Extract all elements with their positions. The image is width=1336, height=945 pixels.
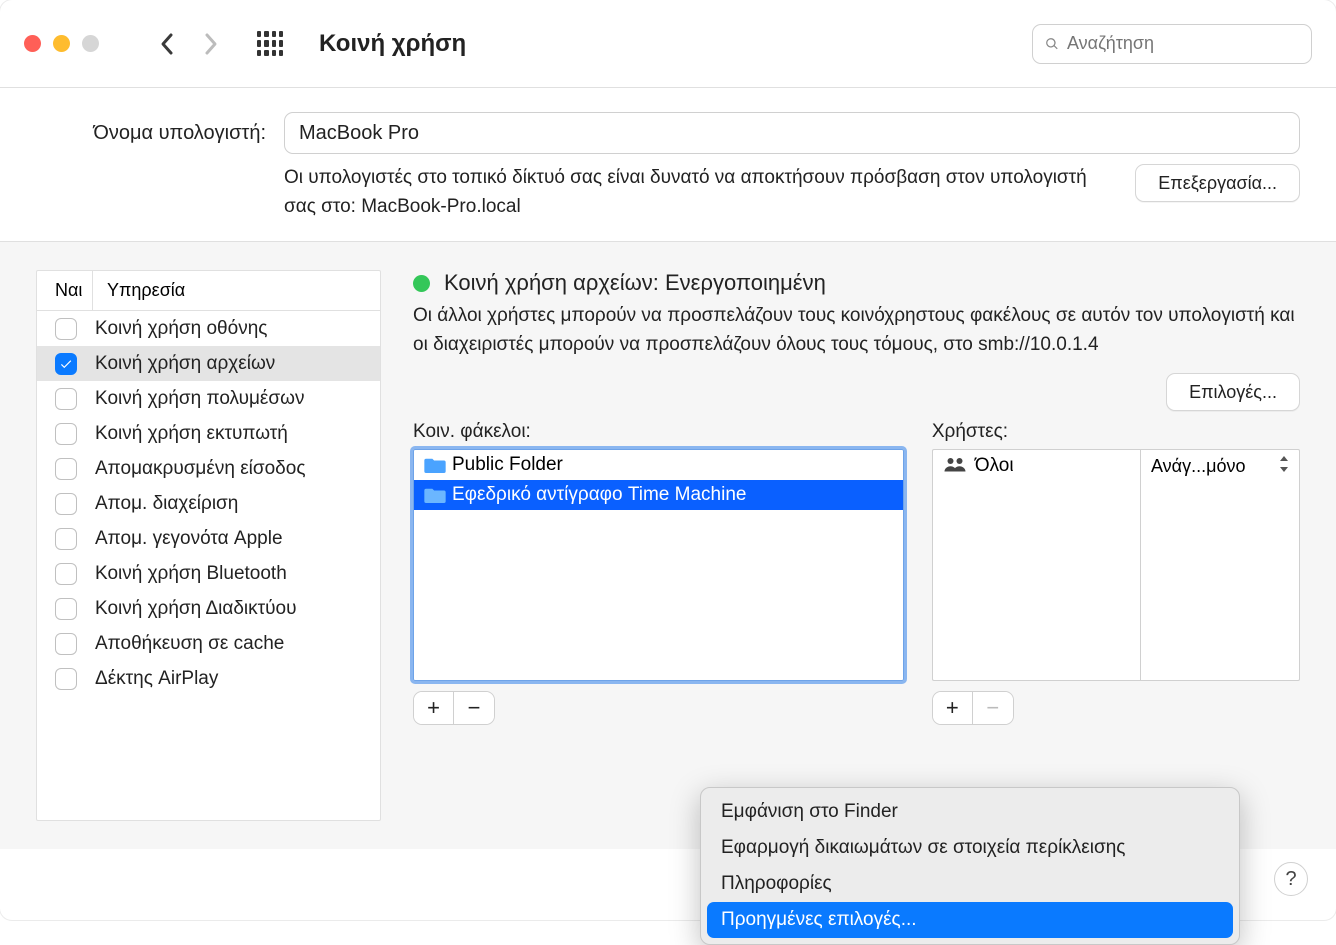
shared-folders-column: Κοιν. φάκελοι: Public Folder Εφεδρικό αντ… — [413, 421, 904, 725]
service-checkbox[interactable] — [55, 668, 77, 690]
remove-folder-button[interactable]: − — [454, 692, 494, 724]
col-header-on[interactable]: Ναι — [37, 271, 93, 310]
add-folder-button[interactable]: + — [414, 692, 454, 724]
service-label: Απομ. διαχείριση — [95, 493, 238, 515]
service-label: Αποθήκευση σε cache — [95, 633, 284, 655]
service-row[interactable]: Κοινή χρήση πολυμέσων — [37, 381, 380, 416]
service-row[interactable]: Κοινή χρήση οθόνης — [37, 311, 380, 346]
main-content: Ναι Υπηρεσία Κοινή χρήση οθόνηςΚοινή χρή… — [0, 242, 1336, 849]
service-row[interactable]: Δέκτης AirPlay — [37, 661, 380, 696]
window-title: Κοινή χρήση — [319, 30, 466, 58]
users-column: Χρήστες: Όλοι Ανάγ...μόνο + − — [932, 421, 1300, 725]
service-checkbox[interactable] — [55, 563, 77, 585]
service-checkbox[interactable] — [55, 633, 77, 655]
shared-folders-label: Κοιν. φάκελοι: — [413, 421, 904, 443]
users-list[interactable]: Όλοι — [932, 449, 1140, 681]
service-row[interactable]: Απομ. διαχείριση — [37, 486, 380, 521]
detail-description: Οι άλλοι χρήστες μπορούν να προσπελάζουν… — [413, 302, 1300, 359]
status-text: Κοινή χρήση αρχείων: Ενεργοποιημένη — [444, 270, 826, 296]
service-row[interactable]: Απομακρυσμένη είσοδος — [37, 451, 380, 486]
context-menu-item[interactable]: Εφαρμογή δικαιωμάτων σε στοιχεία περίκλε… — [707, 830, 1233, 866]
options-button[interactable]: Επιλογές... — [1166, 373, 1300, 411]
back-button[interactable] — [147, 24, 187, 64]
service-label: Απομακρυσμένη είσοδος — [95, 458, 305, 480]
status-row: Κοινή χρήση αρχείων: Ενεργοποιημένη — [413, 270, 1300, 296]
context-menu-item[interactable]: Προηγμένες επιλογές... — [707, 902, 1233, 938]
service-label: Κοινή χρήση πολυμέσων — [95, 388, 304, 410]
add-user-button[interactable]: + — [933, 692, 973, 724]
chevron-up-down-icon — [1279, 456, 1289, 477]
service-row[interactable]: Κοινή χρήση εκτυπωτή — [37, 416, 380, 451]
folder-icon — [424, 457, 446, 473]
remove-user-button: − — [973, 692, 1013, 724]
service-row[interactable]: Αποθήκευση σε cache — [37, 626, 380, 661]
service-checkbox[interactable] — [55, 353, 77, 375]
show-all-icon[interactable] — [257, 31, 283, 57]
service-row[interactable]: Κοινή χρήση αρχείων — [37, 346, 380, 381]
permissions-list[interactable]: Ανάγ...μόνο — [1140, 449, 1300, 681]
edit-hostname-button[interactable]: Επεξεργασία... — [1135, 164, 1300, 202]
shared-folder-item[interactable]: Εφεδρικό αντίγραφο Time Machine — [414, 480, 903, 510]
permission-select[interactable]: Ανάγ...μόνο — [1141, 450, 1299, 482]
service-checkbox[interactable] — [55, 423, 77, 445]
service-label: Κοινή χρήση Bluetooth — [95, 563, 287, 585]
service-checkbox[interactable] — [55, 458, 77, 480]
folders-users-area: Κοιν. φάκελοι: Public Folder Εφεδρικό αντ… — [413, 421, 1300, 725]
col-header-service[interactable]: Υπηρεσία — [93, 280, 185, 301]
titlebar: Κοινή χρήση — [0, 0, 1336, 88]
service-label: Κοινή χρήση αρχείων — [95, 353, 275, 375]
forward-button — [191, 24, 231, 64]
folder-icon — [424, 487, 446, 503]
service-checkbox[interactable] — [55, 528, 77, 550]
service-checkbox[interactable] — [55, 493, 77, 515]
service-row[interactable]: Κοινή χρήση Bluetooth — [37, 556, 380, 591]
folder-name: Public Folder — [452, 454, 563, 476]
minimize-icon[interactable] — [53, 35, 70, 52]
service-row[interactable]: Απομ. γεγονότα Apple — [37, 521, 380, 556]
user-item[interactable]: Όλοι — [933, 450, 1140, 482]
services-header: Ναι Υπηρεσία — [37, 271, 380, 311]
folder-name: Εφεδρικό αντίγραφο Time Machine — [452, 484, 746, 506]
users-group-icon — [943, 455, 967, 478]
computer-name-input[interactable] — [284, 112, 1300, 154]
computer-name-section: Όνομα υπολογιστή: Οι υπολογιστές στο τοπ… — [0, 88, 1336, 242]
status-indicator-icon — [413, 275, 430, 292]
services-list[interactable]: Κοινή χρήση οθόνης Κοινή χρήση αρχείων Κοι… — [37, 311, 380, 696]
search-icon — [1045, 35, 1059, 53]
services-panel: Ναι Υπηρεσία Κοινή χρήση οθόνηςΚοινή χρή… — [36, 270, 381, 821]
folders-add-remove: + − — [413, 691, 495, 725]
search-input[interactable] — [1067, 33, 1299, 54]
service-row[interactable]: Κοινή χρήση Διαδικτύου — [37, 591, 380, 626]
service-label: Απομ. γεγονότα Apple — [95, 528, 283, 550]
help-button[interactable]: ? — [1274, 862, 1308, 896]
context-menu-item[interactable]: Πληροφορίες — [707, 866, 1233, 902]
service-checkbox[interactable] — [55, 318, 77, 340]
zoom-icon — [82, 35, 99, 52]
service-label: Κοινή χρήση εκτυπωτή — [95, 423, 288, 445]
sharing-preferences-window: Κοινή χρήση Όνομα υπολογιστή: Οι υπολογι… — [0, 0, 1336, 920]
nav-buttons — [147, 24, 231, 64]
close-icon[interactable] — [24, 35, 41, 52]
shared-folders-list[interactable]: Public Folder Εφεδρικό αντίγραφο Time Mac… — [413, 449, 904, 681]
context-menu-item[interactable]: Εμφάνιση στο Finder — [707, 794, 1233, 830]
service-checkbox[interactable] — [55, 598, 77, 620]
search-field[interactable] — [1032, 24, 1312, 64]
computer-name-help: Οι υπολογιστές στο τοπικό δίκτυό σας είν… — [284, 164, 1117, 221]
permission-value: Ανάγ...μόνο — [1151, 456, 1245, 477]
service-label: Δέκτης AirPlay — [95, 668, 218, 690]
shared-folder-item[interactable]: Public Folder — [414, 450, 903, 480]
service-label: Κοινή χρήση Διαδικτύου — [95, 598, 297, 620]
detail-panel: Κοινή χρήση αρχείων: Ενεργοποιημένη Οι ά… — [413, 270, 1300, 821]
service-checkbox[interactable] — [55, 388, 77, 410]
context-menu[interactable]: Εμφάνιση στο FinderΕφαρμογή δικαιωμάτων … — [700, 787, 1240, 945]
users-label: Χρήστες: — [932, 421, 1300, 443]
computer-name-label: Όνομα υπολογιστή: — [36, 112, 266, 145]
user-name: Όλοι — [975, 455, 1130, 477]
window-controls — [24, 35, 99, 52]
service-label: Κοινή χρήση οθόνης — [95, 318, 267, 340]
users-add-remove: + − — [932, 691, 1014, 725]
